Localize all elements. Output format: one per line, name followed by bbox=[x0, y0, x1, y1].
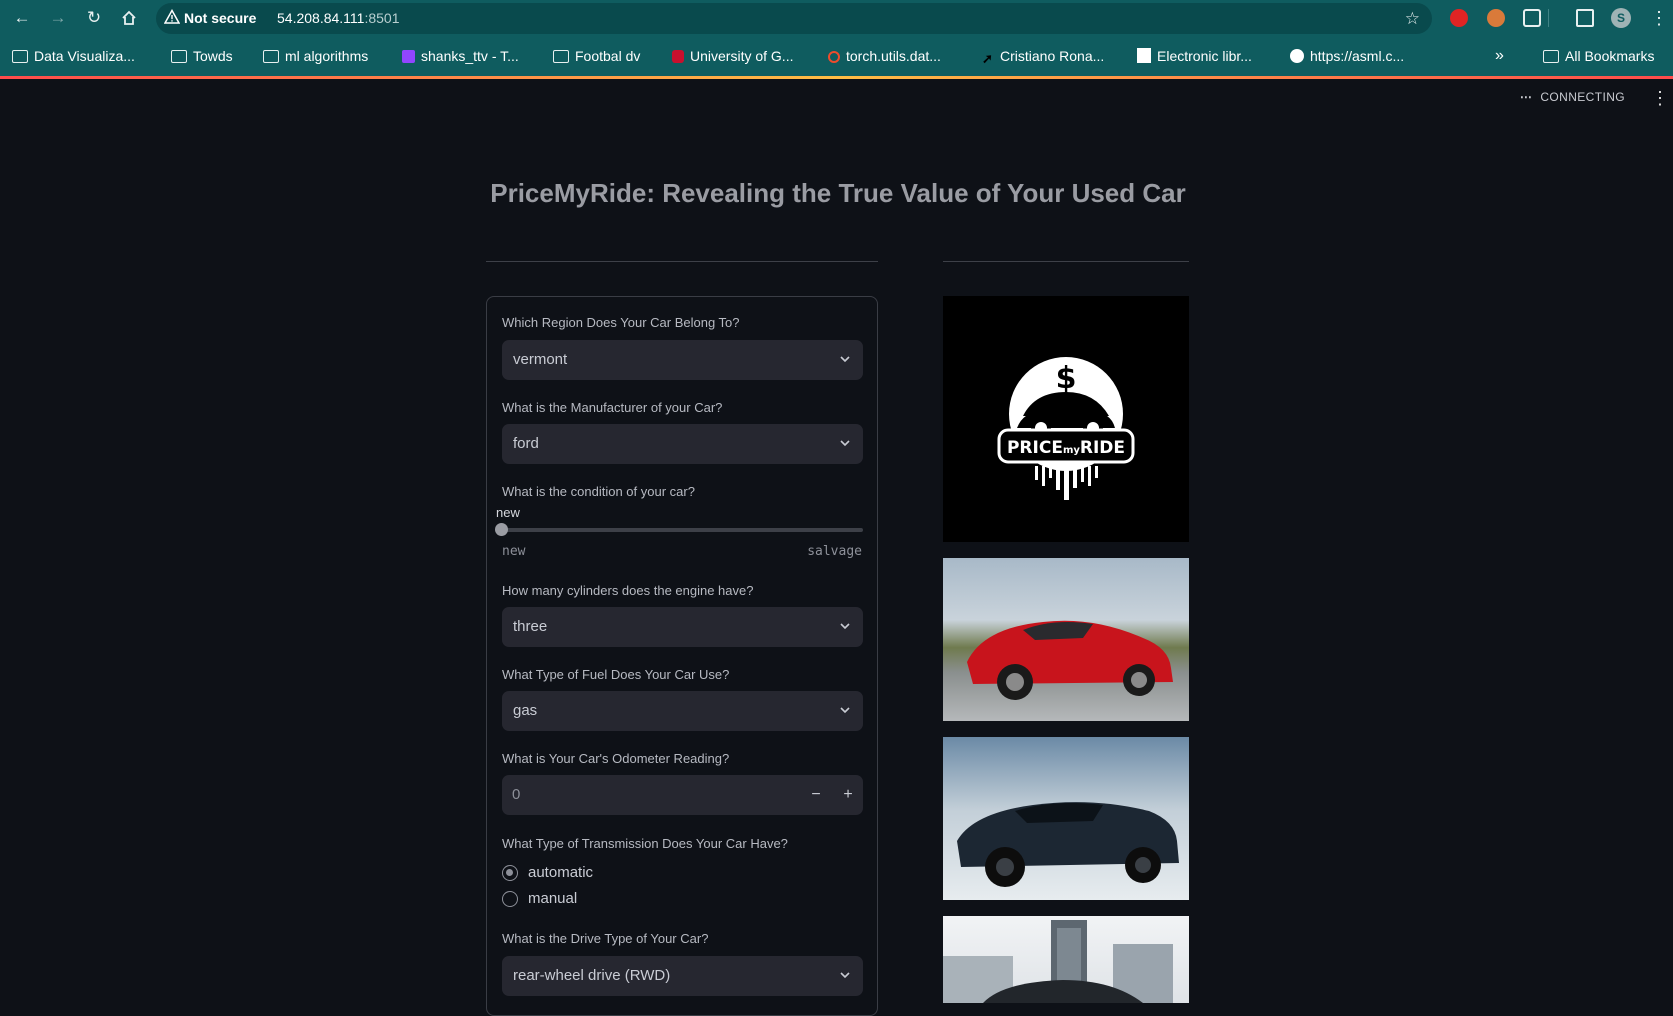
radio-unselected-icon bbox=[502, 891, 518, 907]
folder-icon bbox=[171, 50, 187, 63]
bookmarks-overflow-button[interactable]: » bbox=[1495, 36, 1504, 76]
warning-icon bbox=[164, 9, 180, 24]
fuel-label: What Type of Fuel Does Your Car Use? bbox=[502, 667, 730, 682]
twitch-icon bbox=[402, 50, 415, 63]
adblock-extension-icon[interactable] bbox=[1450, 9, 1468, 27]
right-divider bbox=[943, 261, 1189, 262]
condition-max-label: salvage bbox=[807, 544, 862, 559]
bookmark-cristiano[interactable]: ➚ Cristiano Rona... bbox=[982, 36, 1104, 76]
chevron-down-icon bbox=[840, 972, 850, 979]
bookmark-shanks-ttv[interactable]: shanks_ttv - T... bbox=[402, 36, 519, 76]
page-title: PriceMyRide: Revealing the True Value of… bbox=[490, 178, 1186, 208]
globe-icon bbox=[1290, 49, 1304, 63]
folder-icon bbox=[263, 50, 279, 63]
odometer-label: What is Your Car's Odometer Reading? bbox=[502, 751, 730, 766]
browser-toolbar: ← → ↻ Not secure 54.208.84.111:8501 ☆ S … bbox=[0, 0, 1673, 36]
red-sports-car-image bbox=[943, 558, 1189, 721]
drive-type-select[interactable]: rear-wheel drive (RWD) bbox=[502, 956, 863, 996]
condition-slider-thumb[interactable] bbox=[495, 523, 508, 536]
cr7-icon: ➚ bbox=[982, 51, 993, 66]
chevron-down-icon bbox=[840, 623, 850, 630]
svg-text:$: $ bbox=[1056, 361, 1077, 396]
drive-type-label: What is the Drive Type of Your Car? bbox=[502, 931, 709, 946]
status-dots-icon: ⋯ bbox=[1519, 90, 1533, 104]
back-icon[interactable]: ← bbox=[11, 7, 33, 29]
bookmark-footbal-dv[interactable]: Footbal dv bbox=[553, 36, 640, 76]
security-indicator[interactable]: Not secure bbox=[184, 3, 256, 34]
streamlit-decoration-bar bbox=[0, 76, 1673, 79]
manufacturer-select[interactable]: ford bbox=[502, 424, 863, 464]
bookmark-electronic-library[interactable]: Electronic libr... bbox=[1137, 36, 1252, 76]
transmission-label: What Type of Transmission Does Your Car … bbox=[502, 836, 788, 851]
manufacturer-label: What is the Manufacturer of your Car? bbox=[502, 400, 723, 415]
pytorch-icon bbox=[828, 51, 840, 63]
odometer-value: 0 bbox=[512, 786, 521, 803]
bookmark-star-icon[interactable]: ☆ bbox=[1405, 3, 1420, 34]
chevron-down-icon bbox=[840, 356, 850, 363]
odometer-increment-button[interactable]: + bbox=[833, 775, 863, 815]
app-menu-icon[interactable]: ⋮ bbox=[1651, 88, 1669, 109]
left-divider bbox=[486, 261, 878, 262]
fuel-value: gas bbox=[513, 702, 538, 719]
bookmark-asml[interactable]: https://asml.c... bbox=[1290, 36, 1404, 76]
bookmarks-bar: Data Visualiza... Towds ml algorithms sh… bbox=[0, 36, 1673, 76]
extensions-puzzle-icon[interactable] bbox=[1523, 9, 1541, 27]
connection-status: ⋯ CONNECTING bbox=[1519, 90, 1625, 104]
bookmark-data-visualization[interactable]: Data Visualiza... bbox=[12, 36, 135, 76]
radio-selected-icon bbox=[502, 865, 518, 881]
folder-icon bbox=[12, 50, 28, 63]
manufacturer-value: ford bbox=[513, 435, 539, 452]
bookmark-ml-algorithms[interactable]: ml algorithms bbox=[263, 36, 368, 76]
condition-label: What is the condition of your car? bbox=[502, 484, 695, 499]
condition-min-label: new bbox=[502, 544, 526, 559]
browser-menu-icon[interactable]: ⋮ bbox=[1650, 7, 1668, 29]
region-value: vermont bbox=[513, 351, 568, 368]
region-select[interactable]: vermont bbox=[502, 340, 863, 380]
reload-icon[interactable]: ↻ bbox=[83, 7, 105, 29]
city-suv-image bbox=[943, 916, 1189, 1003]
drive-type-value: rear-wheel drive (RWD) bbox=[513, 967, 671, 984]
chevron-down-icon bbox=[840, 440, 850, 447]
chevron-down-icon bbox=[840, 707, 850, 714]
condition-current-value: new bbox=[496, 505, 520, 520]
url-text: 54.208.84.111:8501 bbox=[277, 10, 400, 26]
all-bookmarks-button[interactable]: All Bookmarks bbox=[1543, 36, 1654, 76]
cylinders-value: three bbox=[513, 618, 548, 635]
bookmark-university[interactable]: University of G... bbox=[672, 36, 793, 76]
condition-slider-track[interactable] bbox=[502, 528, 863, 532]
odometer-input[interactable]: 0 − + bbox=[502, 775, 863, 815]
black-muscle-car-image bbox=[943, 737, 1189, 900]
profile-avatar[interactable]: S bbox=[1611, 8, 1631, 28]
folder-icon bbox=[553, 50, 569, 63]
odometer-decrement-button[interactable]: − bbox=[801, 775, 831, 815]
bookmark-torch-utils[interactable]: torch.utils.dat... bbox=[828, 36, 941, 76]
fuel-select[interactable]: gas bbox=[502, 691, 863, 731]
cylinders-label: How many cylinders does the engine have? bbox=[502, 583, 754, 598]
home-icon[interactable] bbox=[118, 7, 140, 29]
cylinders-select[interactable]: three bbox=[502, 607, 863, 647]
university-icon bbox=[672, 50, 684, 63]
car-details-form: Which Region Does Your Car Belong To? ve… bbox=[486, 296, 878, 1016]
address-bar[interactable]: Not secure 54.208.84.111:8501 ☆ bbox=[156, 3, 1432, 34]
pricemyride-logo-image: $ PRICEmyRIDE bbox=[943, 296, 1189, 542]
cookie-extension-icon[interactable] bbox=[1487, 9, 1505, 27]
bookmark-towds[interactable]: Towds bbox=[171, 36, 233, 76]
side-panel-icon[interactable] bbox=[1576, 9, 1594, 27]
forward-icon[interactable]: → bbox=[47, 7, 69, 29]
folder-icon bbox=[1543, 50, 1559, 63]
library-icon bbox=[1137, 48, 1151, 63]
region-label: Which Region Does Your Car Belong To? bbox=[502, 315, 740, 330]
toolbar-divider bbox=[1548, 9, 1549, 27]
